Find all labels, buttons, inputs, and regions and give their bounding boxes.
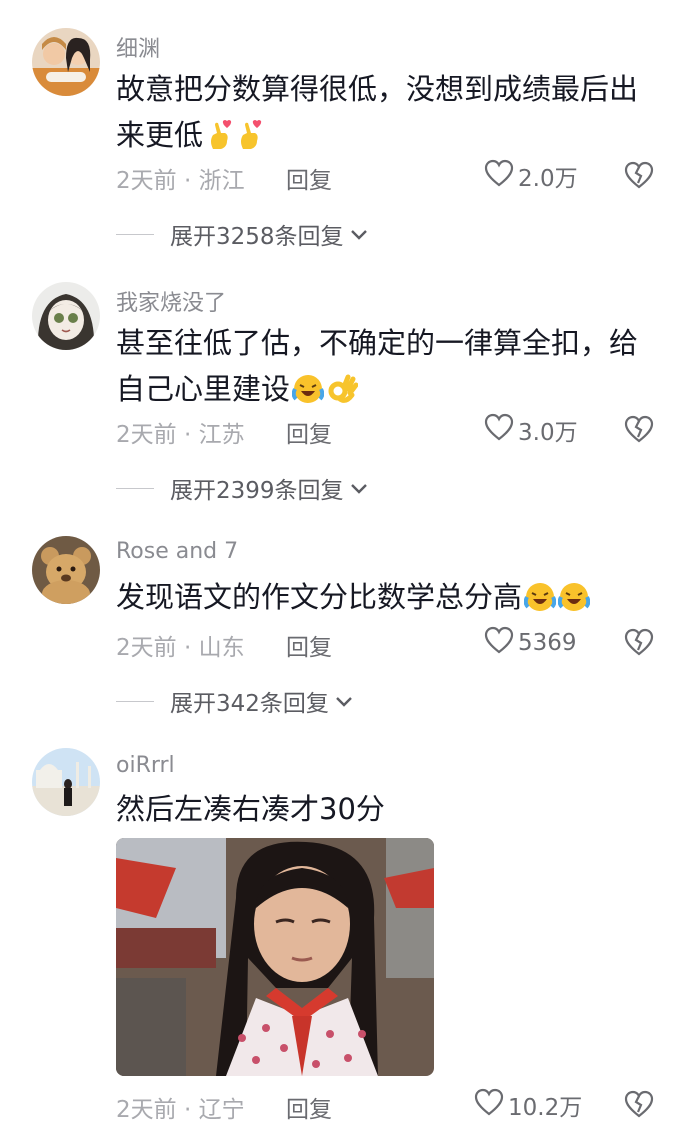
chevron-down-icon bbox=[335, 688, 353, 714]
like-count: 2.0万 bbox=[518, 166, 578, 192]
expand-replies[interactable]: 展开3258条回复 bbox=[116, 217, 368, 251]
like-button[interactable]: 5369 bbox=[484, 626, 577, 660]
avatar[interactable] bbox=[32, 536, 100, 604]
meta-separator: · bbox=[183, 1097, 192, 1123]
like-button[interactable]: 2.0万 bbox=[484, 159, 578, 193]
avatar[interactable] bbox=[32, 28, 100, 96]
heart-outline-icon bbox=[474, 1088, 504, 1122]
avatar[interactable] bbox=[32, 748, 100, 816]
expand-label: 展开342条回复 bbox=[170, 691, 329, 717]
username[interactable]: 细渊 bbox=[116, 31, 160, 63]
comment-time: 2天前 bbox=[116, 635, 177, 661]
reply-button[interactable]: 回复 bbox=[286, 415, 332, 449]
reply-button[interactable]: 回复 bbox=[286, 628, 332, 662]
expand-replies[interactable]: 展开2399条回复 bbox=[116, 471, 368, 505]
reply-button[interactable]: 回复 bbox=[286, 1090, 332, 1124]
comment-time: 2天前 bbox=[116, 422, 177, 448]
comment-meta: 2天前 · 辽宁 bbox=[116, 1090, 245, 1124]
like-button[interactable]: 10.2万 bbox=[474, 1088, 582, 1122]
broken-heart-icon bbox=[624, 161, 654, 193]
comment-body: 甚至往低了估，不确定的一律算全扣，给自己心里建设 bbox=[116, 326, 639, 406]
comment-text: 然后左凑右凑才30分 bbox=[116, 786, 646, 832]
chevron-down-icon bbox=[350, 475, 368, 501]
finger-heart-emoji bbox=[205, 118, 233, 164]
expand-replies[interactable]: 展开342条回复 bbox=[116, 684, 353, 718]
divider-line bbox=[116, 233, 154, 235]
dislike-button[interactable] bbox=[624, 161, 654, 193]
comment-location: 辽宁 bbox=[198, 1097, 245, 1123]
dislike-button[interactable] bbox=[624, 1090, 654, 1122]
laughing-tears-emoji bbox=[291, 372, 325, 418]
broken-heart-icon bbox=[624, 628, 654, 660]
username[interactable]: oiRrrl bbox=[116, 753, 175, 778]
comment-text: 甚至往低了估，不确定的一律算全扣，给自己心里建设 bbox=[116, 320, 646, 418]
reply-button[interactable]: 回复 bbox=[286, 161, 332, 195]
broken-heart-icon bbox=[624, 415, 654, 447]
meta-separator: · bbox=[183, 635, 192, 661]
like-count: 3.0万 bbox=[518, 420, 578, 446]
avatar[interactable] bbox=[32, 282, 100, 350]
heart-outline-icon bbox=[484, 626, 514, 660]
comment-body: 发现语文的作文分比数学总分高 bbox=[116, 580, 523, 614]
meta-separator: · bbox=[183, 422, 192, 448]
like-count: 5369 bbox=[518, 630, 577, 656]
comment-location: 江苏 bbox=[198, 422, 245, 448]
ok-hand-emoji bbox=[326, 372, 359, 418]
comment-text: 发现语文的作文分比数学总分高 bbox=[116, 574, 646, 626]
heart-outline-icon bbox=[484, 413, 514, 447]
meme-image[interactable] bbox=[116, 838, 434, 1076]
expand-label: 展开3258条回复 bbox=[170, 224, 344, 250]
comment-body: 然后左凑右凑才30分 bbox=[116, 792, 385, 826]
broken-heart-icon bbox=[624, 1090, 654, 1122]
finger-heart-emoji bbox=[235, 118, 263, 164]
comment-location: 浙江 bbox=[198, 168, 245, 194]
like-count: 10.2万 bbox=[508, 1095, 583, 1121]
heart-outline-icon bbox=[484, 159, 514, 193]
divider-line bbox=[116, 700, 154, 702]
laughing-tears-emoji bbox=[557, 580, 591, 626]
comment-time: 2天前 bbox=[116, 1097, 177, 1123]
chevron-down-icon bbox=[350, 221, 368, 247]
divider-line bbox=[116, 487, 154, 489]
dislike-button[interactable] bbox=[624, 628, 654, 660]
comment-time: 2天前 bbox=[116, 168, 177, 194]
username[interactable]: 我家烧没了 bbox=[116, 285, 226, 317]
comment-meta: 2天前 · 浙江 bbox=[116, 161, 245, 195]
laughing-tears-emoji bbox=[523, 580, 557, 626]
like-button[interactable]: 3.0万 bbox=[484, 413, 578, 447]
comment-text: 故意把分数算得很低，没想到成绩最后出来更低 bbox=[116, 66, 646, 164]
comment-meta: 2天前 · 山东 bbox=[116, 628, 245, 662]
comment-meta: 2天前 · 江苏 bbox=[116, 415, 245, 449]
comment-body: 故意把分数算得很低，没想到成绩最后出来更低 bbox=[116, 72, 639, 152]
expand-label: 展开2399条回复 bbox=[170, 478, 344, 504]
meta-separator: · bbox=[183, 168, 192, 194]
username[interactable]: Rose and 7 bbox=[116, 539, 238, 564]
dislike-button[interactable] bbox=[624, 415, 654, 447]
comment-location: 山东 bbox=[198, 635, 245, 661]
